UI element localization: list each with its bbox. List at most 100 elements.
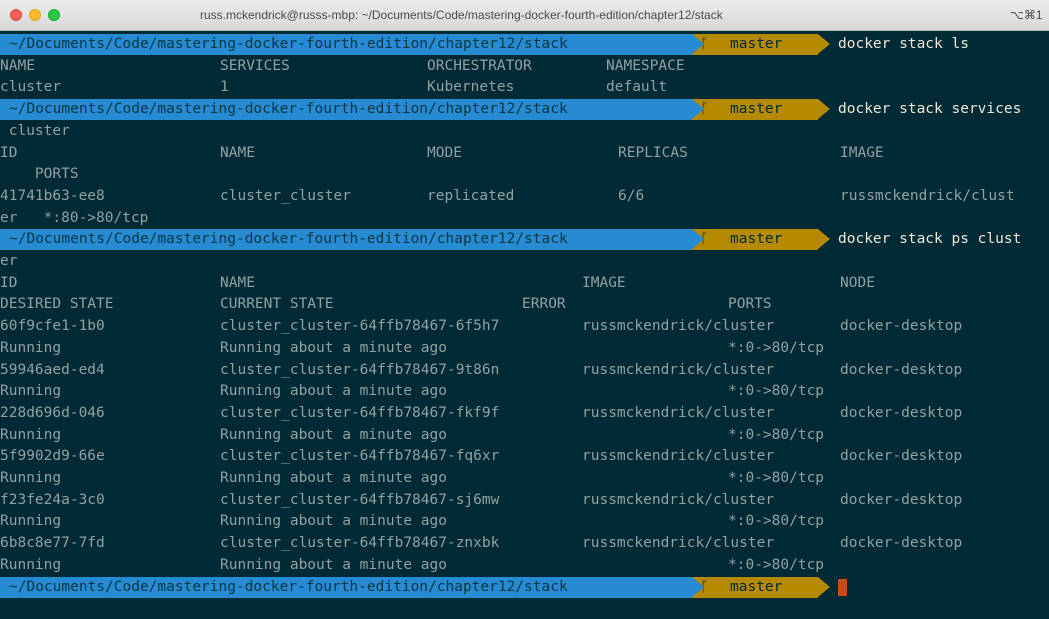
output-cell: docker-desktop	[840, 361, 963, 378]
output-cell: NAME	[220, 274, 255, 291]
prompt-directory: ~/Documents/Code/mastering-docker-fourth…	[0, 34, 692, 55]
prompt-separator	[818, 576, 830, 597]
prompt-separator	[818, 229, 830, 250]
prompt-directory: ~/Documents/Code/mastering-docker-fourth…	[0, 99, 692, 121]
output-cell: Running about a minute ago	[220, 339, 447, 356]
command-text: docker stack services	[838, 101, 1022, 118]
minimize-button[interactable]	[29, 9, 41, 21]
output-cell: cluster_cluster-64ffb78467-znxbk	[220, 535, 500, 552]
output-cell: cluster_cluster	[220, 187, 351, 204]
output-cell: cluster_cluster-64ffb78467-fkf9f	[220, 404, 500, 421]
prompt-separator	[692, 99, 704, 120]
prompt-separator	[692, 576, 704, 597]
prompt-directory: ~/Documents/Code/mastering-docker-fourth…	[0, 229, 692, 251]
output-cell: ORCHESTRATOR	[427, 57, 532, 74]
prompt-branch-label: master	[730, 101, 783, 118]
output-line: Running Running about a minute ago *:0->80…	[0, 555, 1049, 576]
output-cell: russmckendrick/cluster	[582, 318, 775, 335]
output-cell: 6b8c8e77-7fd	[0, 535, 105, 552]
output-cell: IMAGE	[582, 274, 626, 291]
title-bar: russ.mckendrick@russs-mbp: ~/Documents/C…	[0, 0, 1049, 31]
output-line: 228d696d-046 cluster_cluster-64ffb78467-f…	[0, 403, 1049, 424]
output-line: Running Running about a minute ago *:0->80…	[0, 511, 1049, 532]
output-cell: REPLICAS	[618, 144, 688, 161]
output-cell: DESIRED STATE	[0, 296, 114, 313]
zoom-button[interactable]	[48, 9, 60, 21]
command-text: docker stack ps clust	[838, 231, 1022, 248]
output-cell: russmckendrick/cluster	[582, 491, 775, 508]
output-cell: *:0->80/tcp	[728, 470, 825, 486]
output-cell: Running about a minute ago	[220, 426, 447, 443]
output-line: NAME SERVICES ORCHESTRATOR NAMESPACE	[0, 56, 1049, 77]
output-line: ID NAME MODE REPLICAS IMAGE	[0, 143, 1049, 164]
prompt-branch-label: master	[730, 578, 783, 595]
output-cell: er	[0, 253, 18, 269]
output-cell: 5f9902d9-66e	[0, 448, 105, 465]
terminal-window: russ.mckendrick@russs-mbp: ~/Documents/C…	[0, 0, 1049, 619]
output-line: Running Running about a minute ago *:0->80…	[0, 338, 1049, 359]
output-cell: Kubernetes	[427, 79, 515, 96]
window-shortcut: ⌥⌘1	[1010, 8, 1043, 22]
output-cell: *:0->80/tcp	[728, 383, 825, 400]
prompt-git-branch: ᚴ master	[692, 576, 818, 598]
prompt-branch-label: master	[730, 36, 783, 52]
output-line: DESIRED STATE CURRENT STATE ERROR PORTS	[0, 294, 1049, 315]
output-cell: russmckendrick/cluster	[582, 361, 775, 378]
output-cell: cluster_cluster-64ffb78467-9t86n	[220, 361, 500, 378]
window-title: russ.mckendrick@russs-mbp: ~/Documents/C…	[200, 8, 723, 22]
output-cell: ID	[0, 274, 18, 291]
close-button[interactable]	[10, 9, 22, 21]
output-cell: Running	[0, 383, 62, 400]
output-cell: russmckendrick/cluster	[582, 448, 775, 465]
output-cell: Running	[0, 470, 62, 486]
output-cell: f23fe24a-3c0	[0, 491, 105, 508]
output-cell: cluster_cluster-64ffb78467-fq6xr	[220, 448, 500, 465]
output-line: er *:80->80/tcp	[0, 208, 1049, 229]
prompt-git-branch: ᚴ master	[692, 229, 818, 251]
output-cell: cluster_cluster-64ffb78467-sj6mw	[220, 491, 500, 508]
output-cell: ERROR	[522, 296, 566, 313]
output-line: ID NAME IMAGE NODE	[0, 273, 1049, 294]
output-cell: MODE	[427, 144, 462, 161]
output-cell: 6/6	[618, 187, 645, 204]
output-cell: NAME	[0, 57, 35, 74]
output-line: 60f9cfe1-1b0 cluster_cluster-64ffb78467-6…	[0, 316, 1049, 337]
output-line: cluster	[0, 121, 1049, 142]
output-cell: 228d696d-046	[0, 404, 105, 421]
output-cell: *:0->80/tcp	[728, 513, 825, 530]
output-cell: 1	[220, 79, 229, 96]
output-cell: Running	[0, 556, 62, 573]
output-line: cluster 1 Kubernetes default	[0, 77, 1049, 98]
output-cell: russmckendrick/cluster	[582, 535, 775, 552]
output-cell: SERVICES	[220, 57, 290, 74]
output-line: Running Running about a minute ago *:0->80…	[0, 381, 1049, 402]
prompt-branch-label: master	[730, 231, 783, 248]
prompt-git-branch: ᚴ master	[692, 34, 818, 55]
prompt-line: ~/Documents/Code/mastering-docker-fourth…	[0, 99, 1049, 121]
prompt-separator	[692, 34, 704, 54]
output-cell: IMAGE	[840, 144, 884, 161]
terminal-cursor[interactable]	[838, 578, 847, 596]
output-line: Running Running about a minute ago *:0->80…	[0, 468, 1049, 489]
prompt-separator	[818, 34, 830, 54]
output-cell: NODE	[840, 274, 875, 291]
output-line: 6b8c8e77-7fd cluster_cluster-64ffb78467-z…	[0, 533, 1049, 554]
output-cell: *:0->80/tcp	[728, 556, 825, 573]
output-cell: cluster	[0, 79, 62, 96]
output-cell: 59946aed-ed4	[0, 361, 105, 378]
output-line: f23fe24a-3c0 cluster_cluster-64ffb78467-s…	[0, 490, 1049, 511]
terminal-output[interactable]: ~/Documents/Code/mastering-docker-fourth…	[0, 31, 1049, 619]
output-cell: CURRENT STATE	[220, 296, 334, 313]
output-cell: russmckendrick/cluster	[582, 404, 775, 421]
output-line: 5f9902d9-66e cluster_cluster-64ffb78467-f…	[0, 446, 1049, 467]
output-cell: ID	[0, 144, 18, 161]
prompt-directory: ~/Documents/Code/mastering-docker-fourth…	[0, 576, 692, 598]
output-cell: PORTS	[728, 296, 772, 313]
output-line: er	[0, 251, 1049, 272]
output-cell: cluster_cluster-64ffb78467-6f5h7	[220, 318, 500, 335]
output-cell: Running	[0, 513, 62, 530]
prompt-line: ~/Documents/Code/mastering-docker-fourth…	[0, 229, 1049, 251]
prompt-separator	[818, 99, 830, 120]
output-cell: cluster	[0, 122, 70, 139]
output-cell: *:0->80/tcp	[728, 426, 825, 443]
